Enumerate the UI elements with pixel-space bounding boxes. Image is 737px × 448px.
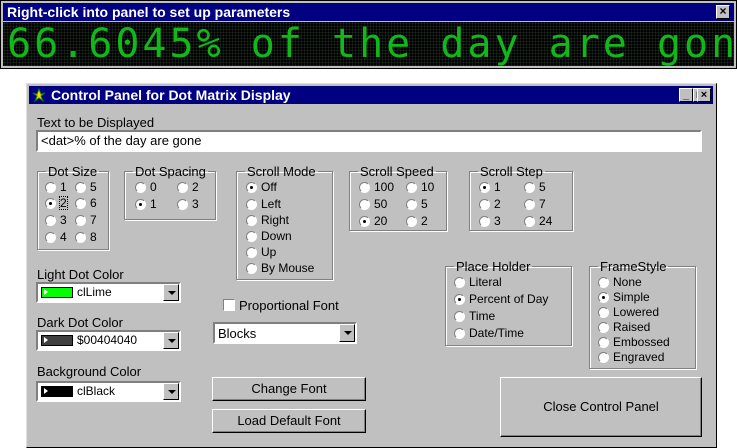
frame-style-legend: FrameStyle xyxy=(600,259,667,274)
proportional-font-label[interactable]: Proportional Font xyxy=(239,298,339,313)
place-holder-legend: Place Holder xyxy=(456,259,531,274)
close-icon: × xyxy=(719,4,727,18)
scroll-speed-legend: Scroll Speed xyxy=(360,164,434,179)
dark-dot-color-select[interactable]: $00404040 xyxy=(36,330,181,351)
light-dot-color-label: Light Dot Color xyxy=(37,267,124,282)
font-select-value: Blocks xyxy=(218,326,257,341)
close-control-panel-label: Close Control Panel xyxy=(543,399,659,414)
minimize-icon: _ xyxy=(682,89,690,101)
chevron-down-icon[interactable] xyxy=(339,324,355,342)
background-color-swatch xyxy=(41,386,73,397)
light-dot-color-swatch xyxy=(41,287,73,298)
chevron-down-icon[interactable] xyxy=(163,332,179,349)
dot-size-legend: Dot Size xyxy=(48,164,98,179)
app-icon xyxy=(32,88,46,102)
display-text-input[interactable]: <dat>% of the day are gone xyxy=(36,130,702,152)
font-select[interactable]: Blocks xyxy=(213,322,357,344)
background-color-value: clBlack xyxy=(77,384,116,398)
scroll-mode-legend: Scroll Mode xyxy=(247,164,316,179)
display-close-button[interactable]: × xyxy=(716,5,730,19)
dot-matrix-display[interactable]: 66.6045% of the day are gone xyxy=(3,22,734,66)
panel-close-button[interactable]: × xyxy=(697,88,711,102)
light-dot-color-value: clLime xyxy=(77,285,112,299)
change-font-button[interactable]: Change Font xyxy=(212,377,366,401)
dot-spacing-legend: Dot Spacing xyxy=(135,164,206,179)
display-title: Right-click into panel to set up paramet… xyxy=(7,4,291,20)
scroll-step-legend: Scroll Step xyxy=(480,164,543,179)
close-icon: × xyxy=(700,89,708,101)
control-panel-window[interactable]: Control Panel for Dot Matrix Display _ □… xyxy=(26,83,717,448)
display-text-input-value: <dat>% of the day are gone xyxy=(41,133,202,148)
minimize-button[interactable]: _ xyxy=(679,88,693,102)
display-title-bar[interactable]: Right-click into panel to set up paramet… xyxy=(3,3,734,21)
change-font-label: Change Font xyxy=(251,381,327,396)
load-default-font-button[interactable]: Load Default Font xyxy=(212,409,366,433)
panel-title: Control Panel for Dot Matrix Display xyxy=(51,87,291,103)
dot-matrix-window[interactable]: Right-click into panel to set up paramet… xyxy=(0,0,737,69)
chevron-down-icon[interactable] xyxy=(163,284,179,301)
light-dot-color-select[interactable]: clLime xyxy=(36,282,181,303)
close-control-panel-button[interactable]: Close Control Panel xyxy=(500,377,702,437)
dark-dot-color-value: $00404040 xyxy=(77,333,138,347)
chevron-down-icon[interactable] xyxy=(163,383,179,400)
panel-title-bar[interactable]: Control Panel for Dot Matrix Display _ □… xyxy=(29,86,713,104)
text-to-display-label: Text to be Displayed xyxy=(37,115,155,130)
dark-dot-color-swatch xyxy=(41,335,73,346)
background-color-label: Background Color xyxy=(37,364,142,379)
background-color-select[interactable]: clBlack xyxy=(36,381,181,402)
proportional-font-checkbox[interactable] xyxy=(223,299,235,311)
display-text: 66.6045% of the day are gone xyxy=(7,22,734,66)
load-default-font-label: Load Default Font xyxy=(237,413,341,428)
dark-dot-color-label: Dark Dot Color xyxy=(37,315,123,330)
